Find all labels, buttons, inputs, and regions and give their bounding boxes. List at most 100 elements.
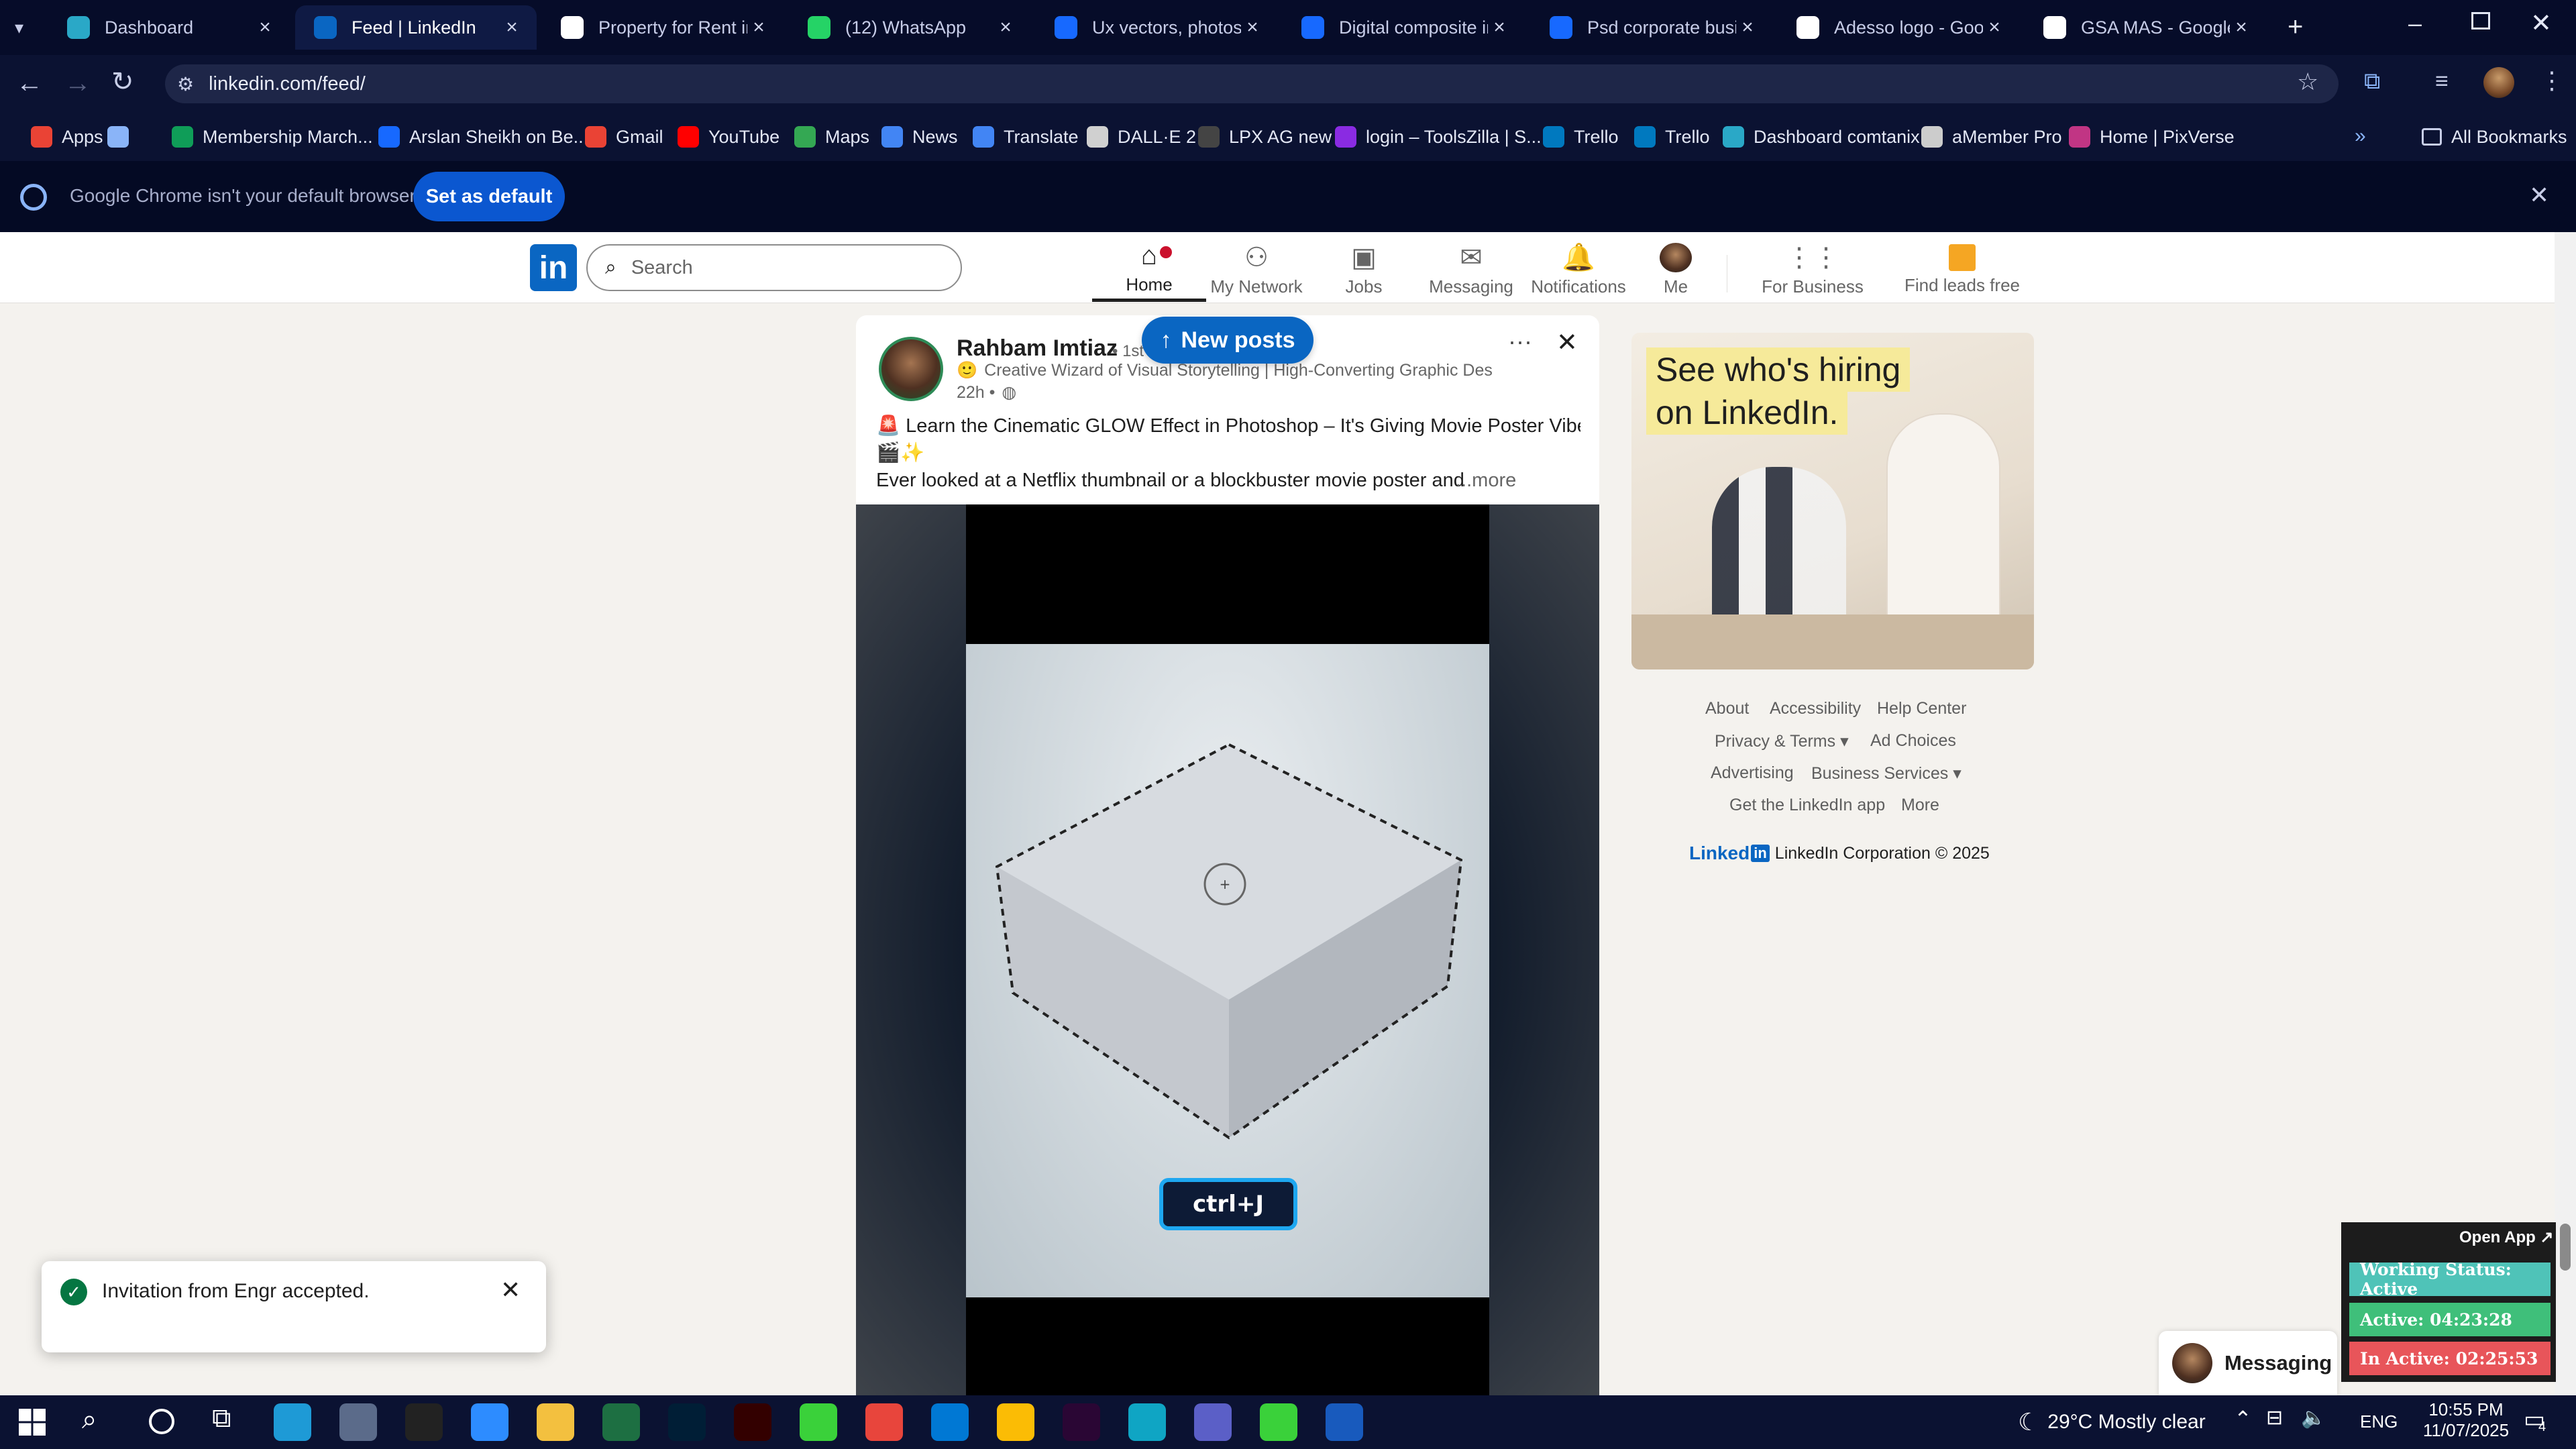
bookmark-12[interactable]: Trello <box>1543 119 1619 154</box>
tab-close-icon[interactable]: × <box>1241 16 1264 39</box>
forward-icon[interactable]: → <box>64 70 91 97</box>
toast-close-icon[interactable]: ✕ <box>500 1276 521 1304</box>
tab-0[interactable]: Dashboard × <box>48 5 290 50</box>
cortana-icon[interactable] <box>149 1409 174 1434</box>
footer-help-center[interactable]: Help Center <box>1877 699 1966 718</box>
tab-5[interactable]: Digital composite im × <box>1283 5 1524 50</box>
chrome-menu-icon[interactable]: ⋮ <box>2540 68 2564 93</box>
bookmark-4[interactable]: Gmail <box>585 119 663 154</box>
language-indicator[interactable]: ENG <box>2360 1411 2398 1432</box>
bookmark-3[interactable]: Arslan Sheikh on Be... <box>378 119 588 154</box>
terminal-icon[interactable] <box>405 1403 443 1441</box>
show-hidden-icons[interactable]: ⌃ <box>2234 1406 2252 1432</box>
volume-icon[interactable]: 🔈 <box>2301 1406 2326 1430</box>
infobar-close-icon[interactable]: ✕ <box>2529 181 2549 209</box>
phone-app-icon[interactable] <box>800 1403 837 1441</box>
post-dismiss-icon[interactable]: ✕ <box>1556 327 1578 358</box>
tab-1[interactable]: Feed | LinkedIn × <box>295 5 537 50</box>
address-bar[interactable]: ⚙ linkedin.com/feed/ <box>165 64 2339 103</box>
bookmark-14[interactable]: Dashboard comtanix <box>1723 119 1920 154</box>
tab-3[interactable]: (12) WhatsApp × <box>789 5 1030 50</box>
bookmark-16[interactable]: Home | PixVerse <box>2069 119 2235 154</box>
bookmark-5[interactable]: YouTube <box>678 119 780 154</box>
see-more-link[interactable]: ...more <box>1456 470 1516 492</box>
site-info-icon[interactable]: ⚙ <box>177 73 194 95</box>
word-icon[interactable] <box>1326 1403 1363 1441</box>
teams-icon[interactable] <box>1194 1403 1232 1441</box>
nav-home[interactable]: ⌂ Home <box>1092 237 1206 302</box>
set-as-default-button[interactable]: Set as default <box>413 172 565 221</box>
tab-close-icon[interactable]: × <box>1736 16 1759 39</box>
app-icon[interactable] <box>1128 1403 1166 1441</box>
bookmark-0[interactable]: Apps <box>31 119 103 154</box>
bookmark-2[interactable]: Membership March... <box>172 119 373 154</box>
tab-close-icon[interactable]: × <box>994 16 1017 39</box>
minimize-button[interactable]: – <box>2408 9 2422 38</box>
bookmark-15[interactable]: aMember Pro <box>1921 119 2062 154</box>
tab-6[interactable]: Psd corporate busine× <box>1531 5 1772 50</box>
tab-close-icon[interactable]: × <box>2230 16 2253 39</box>
phone-app-icon[interactable] <box>1260 1403 1297 1441</box>
zoom-icon[interactable] <box>471 1403 508 1441</box>
bookmark-11[interactable]: login – ToolsZilla | S... <box>1335 119 1542 154</box>
footer-ad-choices[interactable]: Ad Choices <box>1870 731 1956 751</box>
bookmark-7[interactable]: News <box>881 119 958 154</box>
post-more-options-icon[interactable]: ··· <box>1508 327 1532 356</box>
bookmark-8[interactable]: Translate <box>973 119 1079 154</box>
page-scrollbar[interactable] <box>2555 232 2576 1395</box>
footer-business-services[interactable]: Business Services ▾ <box>1811 763 1962 784</box>
scrollbar-thumb[interactable] <box>2560 1224 2571 1271</box>
footer-accessibility[interactable]: Accessibility <box>1770 699 1861 718</box>
tab-8[interactable]: GSA MAS - Google S× <box>2025 5 2266 50</box>
bookmark-1[interactable] <box>107 119 138 154</box>
linkedin-logo-icon[interactable]: in <box>530 244 577 291</box>
reload-icon[interactable]: ↻ <box>111 68 134 95</box>
nav-briefcase[interactable]: ▣ Jobs <box>1307 237 1421 302</box>
nav-bell[interactable]: 🔔 Notifications <box>1521 237 1635 302</box>
nav-network[interactable]: ⚇ My Network <box>1199 237 1313 302</box>
bookmark-13[interactable]: Trello <box>1634 119 1710 154</box>
clock[interactable]: 10:55 PM 11/07/2025 <box>2419 1399 2513 1441</box>
tab-close-icon[interactable]: × <box>1488 16 1511 39</box>
file-explorer-icon[interactable] <box>537 1403 574 1441</box>
all-bookmarks[interactable]: All Bookmarks <box>2422 119 2567 154</box>
restore-button[interactable] <box>2471 12 2490 30</box>
tab-4[interactable]: Ux vectors, photos an× <box>1036 5 1277 50</box>
open-app-link[interactable]: Open App ↗ <box>2459 1228 2554 1247</box>
media-controls-icon[interactable]: ≡ <box>2435 70 2449 93</box>
weather-widget[interactable]: ☾ 29°C Mostly clear <box>2018 1405 2206 1440</box>
search-input[interactable]: ⌕ Search <box>586 244 962 291</box>
hiring-ad[interactable]: See who's hiring on LinkedIn. <box>1631 333 2034 669</box>
tab-close-icon[interactable]: × <box>747 16 770 39</box>
tab-7[interactable]: Adesso logo - Googl × <box>1778 5 2019 50</box>
bookmarks-overflow-icon[interactable]: » <box>2355 125 2366 148</box>
back-icon[interactable]: ← <box>16 70 43 97</box>
excel-icon[interactable] <box>602 1403 640 1441</box>
vscode-icon[interactable] <box>931 1403 969 1441</box>
chrome-icon[interactable] <box>865 1403 903 1441</box>
tab-2[interactable]: Property for Rent in P× <box>542 5 784 50</box>
footer-privacy-terms[interactable]: Privacy & Terms ▾ <box>1715 731 1849 751</box>
extensions-icon[interactable]: ⧉ <box>2364 70 2380 93</box>
bookmark-star-icon[interactable]: ☆ <box>2297 70 2318 94</box>
footer-about[interactable]: About <box>1705 699 1749 718</box>
bookmark-6[interactable]: Maps <box>794 119 869 154</box>
edge-icon[interactable] <box>274 1403 311 1441</box>
author-avatar[interactable] <box>879 337 943 401</box>
photoshop-icon[interactable] <box>668 1403 706 1441</box>
new-posts-button[interactable]: ↑ New posts <box>1142 317 1313 364</box>
nav-messaging[interactable]: ✉ Messaging <box>1414 237 1528 302</box>
close-window-button[interactable]: ✕ <box>2530 8 2552 38</box>
nav-avatar[interactable]: Me <box>1629 237 1723 302</box>
nav-leads[interactable]: Find leads free <box>1898 237 2026 302</box>
author-name[interactable]: Rahbam Imtiaz <box>957 335 1118 362</box>
footer-get-app[interactable]: Get the LinkedIn app <box>1729 796 1885 815</box>
tab-search-chevron-icon[interactable]: ▾ <box>15 17 23 38</box>
taskbar-search-icon[interactable]: ⌕ <box>82 1405 97 1435</box>
tab-close-icon[interactable]: × <box>254 16 276 39</box>
network-icon[interactable]: ⊟ <box>2266 1406 2283 1430</box>
windows-start-icon[interactable] <box>19 1409 46 1436</box>
profile-avatar[interactable] <box>2483 67 2514 98</box>
footer-advertising[interactable]: Advertising <box>1711 763 1794 783</box>
illustrator-icon[interactable] <box>734 1403 771 1441</box>
